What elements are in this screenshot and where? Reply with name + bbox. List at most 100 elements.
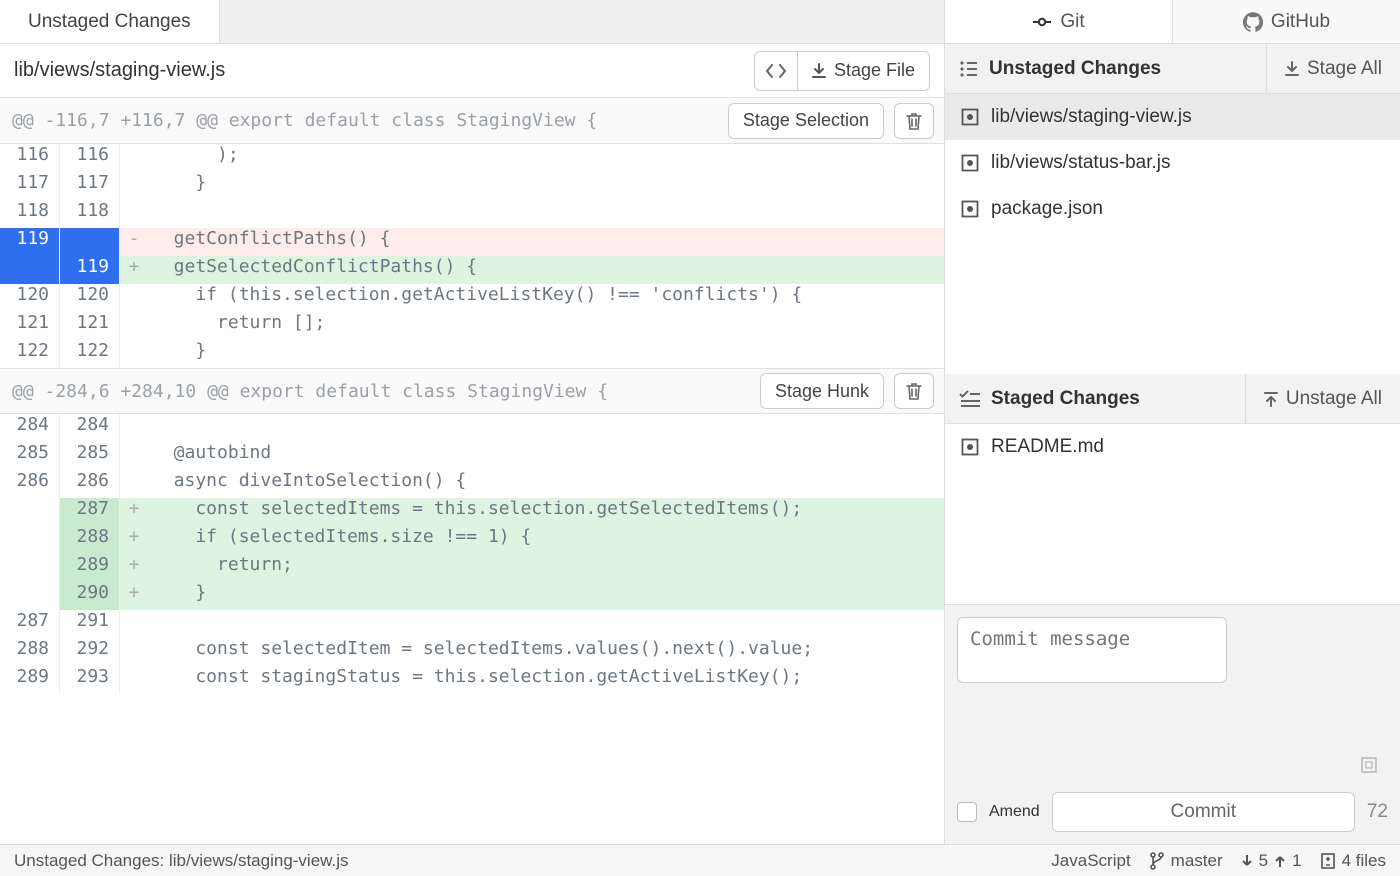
arrow-down-icon [1241,854,1253,868]
code: return []; [148,312,944,340]
open-file-button[interactable] [754,51,798,91]
git-commit-icon [1032,12,1052,32]
diff-line[interactable]: 288 if (selectedItems.size !== 1) { [0,526,944,554]
new-line-number: 289 [60,554,120,582]
status-files[interactable]: 4 files [1320,851,1386,871]
new-line-number: 293 [60,666,120,694]
unstaged-file-list: lib/views/staging-view.js lib/views/statu… [945,94,1400,374]
code: getSelectedConflictPaths() { [148,256,944,284]
code: } [148,582,944,610]
old-line-number [0,256,60,284]
code [148,610,944,638]
stage-all-button[interactable]: Stage All [1266,44,1400,93]
diff-line[interactable]: 287 291 [0,610,944,638]
diff-line[interactable]: 287 const selectedItems = this.selection… [0,498,944,526]
old-line-number: 285 [0,442,60,470]
diff-line[interactable]: 288 292 const selectedItem = selectedIte… [0,638,944,666]
file-item[interactable]: lib/views/status-bar.js [945,140,1400,186]
code: } [148,172,944,200]
diff-line[interactable]: 117 117 } [0,172,944,200]
diff-line[interactable]: 284 284 [0,414,944,442]
status-fetch[interactable]: 5 1 [1241,851,1302,871]
stage-hunk-button[interactable]: Stage Selection [728,103,884,139]
discard-hunk-button[interactable] [894,103,934,139]
main-tab-bar: Unstaged Changes [0,0,944,44]
new-line-number: 288 [60,526,120,554]
diff-line[interactable]: 116 116 ); [0,144,944,172]
stage-file-button[interactable]: Stage File [798,51,930,91]
commit-message-input[interactable] [957,617,1227,683]
diff-line[interactable]: 290 } [0,582,944,610]
tab-unstaged-changes[interactable]: Unstaged Changes [0,0,220,43]
stage-hunk-button[interactable]: Stage Hunk [760,373,884,409]
old-line-number: 121 [0,312,60,340]
old-line-number: 119 [0,228,60,256]
new-line-number: 117 [60,172,120,200]
file-item[interactable]: lib/views/staging-view.js [945,94,1400,140]
commit-button[interactable]: Commit [1052,792,1355,832]
file-path: lib/views/staging-view.js [991,106,1192,128]
status-language[interactable]: JavaScript [1051,851,1130,871]
download-icon [1285,61,1299,77]
gutter [120,312,148,340]
expand-icon[interactable] [1360,756,1378,774]
old-line-number: 289 [0,666,60,694]
old-line-number: 284 [0,414,60,442]
diff-icon [1320,852,1336,870]
diff-line[interactable]: 119 getConflictPaths() { [0,228,944,256]
file-item[interactable]: README.md [945,424,1400,470]
diff-line[interactable]: 286 286 async diveIntoSelection() { [0,470,944,498]
diff-line[interactable]: 121 121 return []; [0,312,944,340]
gutter [120,526,148,554]
arrow-up-icon [1274,854,1286,868]
unstage-all-button[interactable]: Unstage All [1245,374,1400,423]
unstaged-title: Unstaged Changes [989,58,1161,80]
amend-label: Amend [989,803,1040,821]
code: const selectedItem = selectedItems.value… [148,638,944,666]
diff-line[interactable]: 120 120 if (this.selection.getActiveList… [0,284,944,312]
discard-hunk-button[interactable] [894,373,934,409]
code [148,414,944,442]
status-branch[interactable]: master [1149,851,1223,871]
new-line-number: 284 [60,414,120,442]
diff-line[interactable]: 289 return; [0,554,944,582]
new-line-number: 120 [60,284,120,312]
char-remaining: 72 [1367,801,1388,823]
tab-git[interactable]: Git [945,0,1173,43]
new-line-number: 290 [60,582,120,610]
code: return; [148,554,944,582]
gutter [120,172,148,200]
staged-title: Staged Changes [991,388,1140,410]
gutter [120,610,148,638]
diff-line[interactable]: 119 getSelectedConflictPaths() { [0,256,944,284]
file-path: lib/views/status-bar.js [991,152,1171,174]
diff-line[interactable]: 118 118 [0,200,944,228]
new-line-number: 286 [60,470,120,498]
gutter [120,554,148,582]
new-line-number: 122 [60,340,120,368]
file-item[interactable]: package.json [945,186,1400,232]
hunk-range: @@ -284,6 +284,10 @@ export default clas… [12,381,750,402]
github-icon [1243,12,1263,32]
gutter [120,666,148,694]
new-line-number [60,228,120,256]
code: if (selectedItems.size !== 1) { [148,526,944,554]
new-line-number: 291 [60,610,120,638]
tab-github[interactable]: GitHub [1173,0,1400,43]
diff-line[interactable]: 122 122 } [0,340,944,368]
gutter [120,228,148,256]
new-line-number: 287 [60,498,120,526]
code: if (this.selection.getActiveListKey() !=… [148,284,944,312]
old-line-number: 287 [0,610,60,638]
diff-line[interactable]: 289 293 const stagingStatus = this.selec… [0,666,944,694]
gutter [120,256,148,284]
new-line-number: 121 [60,312,120,340]
code [148,200,944,228]
amend-checkbox[interactable] [957,802,977,822]
new-line-number: 116 [60,144,120,172]
old-line-number: 288 [0,638,60,666]
git-branch-icon [1149,852,1165,870]
diff-line[interactable]: 285 285 @autobind [0,442,944,470]
code: @autobind [148,442,944,470]
hunk-range: @@ -116,7 +116,7 @@ export default class… [12,110,718,131]
